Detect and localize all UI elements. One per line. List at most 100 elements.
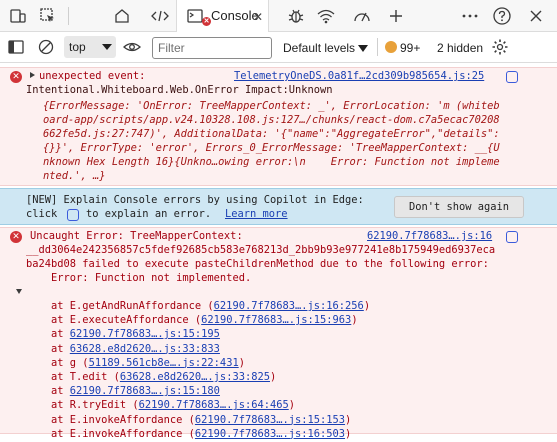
stack-frame: at 62190.7f78683….js:15:180 xyxy=(26,384,220,398)
stack-frame-close: ) xyxy=(238,356,245,369)
object-preview-line[interactable]: {}}', ErrorType: 'error', Errors_0_Error… xyxy=(43,141,500,155)
stack-frame-close: ) xyxy=(345,413,352,426)
device-emulation-icon[interactable] xyxy=(6,4,30,28)
error-count-badge: ✕ xyxy=(202,17,211,26)
filter-input[interactable] xyxy=(152,37,272,59)
error-message-line: ba24bd08 failed to execute pasteChildren… xyxy=(26,258,489,270)
inspect-icon[interactable] xyxy=(36,4,60,28)
sidebar-toggle-icon[interactable] xyxy=(4,35,28,59)
expand-message-toggle[interactable]: unexpected event: xyxy=(30,69,145,83)
stack-frame-function: at xyxy=(26,385,70,398)
help-icon[interactable] xyxy=(490,4,514,28)
stack-frame-function: at R.tryEdit ( xyxy=(26,399,139,412)
levels-chevron-down-icon[interactable] xyxy=(358,45,368,52)
message-line: Intentional.Whiteboard.Web.OnError Impac… xyxy=(26,84,333,96)
collapse-triangle-icon[interactable] xyxy=(16,289,22,294)
stack-frame-source-link[interactable]: 62190.7f78683….js:15:180 xyxy=(70,385,220,397)
devtools-tab-bar: ✕ Console ✕ xyxy=(0,0,557,33)
object-preview-line[interactable]: {ErrorMessage: 'OnError: TreeMapperConte… xyxy=(43,99,500,113)
log-levels-dropdown[interactable]: Default levels xyxy=(283,41,355,55)
message-header: unexpected event: xyxy=(39,70,146,82)
copilot-info-bar: [NEW] Explain Console errors by using Co… xyxy=(0,188,557,225)
elements-icon[interactable] xyxy=(148,4,172,28)
learn-more-link[interactable]: Learn more xyxy=(225,207,288,221)
stack-frame-source-link[interactable]: 62190.7f78683….js:16:256 xyxy=(214,300,364,312)
close-devtools-icon[interactable] xyxy=(524,4,548,28)
object-preview-line[interactable]: nknown Hex Length 16}{Unkno…owing error:… xyxy=(43,155,500,169)
more-options-icon[interactable] xyxy=(458,4,482,28)
stack-frame: at 63628.e8d2620….js:33:833 xyxy=(26,342,220,356)
error-message-line: __dd3064e242356857c5fdef92685cb583e76821… xyxy=(26,244,496,256)
stack-frame-source-link[interactable]: 62190.7f78683….js:15:153 xyxy=(195,414,345,426)
chevron-down-icon xyxy=(102,44,112,50)
stack-frame-source-link[interactable]: 62190.7f78683….js:15:963 xyxy=(201,314,351,326)
copilot-icon xyxy=(67,209,79,221)
issues-icon[interactable] xyxy=(385,41,397,53)
tab-console-label: Console xyxy=(211,8,259,23)
copilot-explain-icon[interactable] xyxy=(506,231,518,243)
stack-frame-function: at E.executeAffordance ( xyxy=(26,314,202,327)
error-icon: ✕ xyxy=(10,71,22,83)
context-selector-value: top xyxy=(69,40,86,54)
stack-frame: at 62190.7f78683….js:15:195 xyxy=(26,327,220,341)
toolbar-separator xyxy=(377,38,378,56)
network-icon[interactable] xyxy=(314,4,338,28)
stack-frame-source-link[interactable]: 63628.e8d2620….js:33:825 xyxy=(120,371,270,383)
stack-frame-close: ) xyxy=(288,399,296,412)
dont-show-again-button[interactable]: Don't show again xyxy=(394,196,524,218)
stack-frame: at R.tryEdit (62190.7f78683….js:64:465) xyxy=(26,398,295,412)
stack-frame-source-link[interactable]: 62190.7f78683….js:64:465 xyxy=(139,399,289,411)
welcome-icon[interactable] xyxy=(110,4,134,28)
issues-count[interactable]: 99+ xyxy=(400,41,420,55)
context-selector[interactable]: top xyxy=(64,36,116,58)
stack-frame-function: at E.getAndRunAffordance ( xyxy=(26,300,214,312)
copilot-info-explain-text: to explain an error. xyxy=(86,208,212,220)
stack-frame-function: at xyxy=(26,328,70,341)
stack-frame-function: at g ( xyxy=(26,356,89,369)
message-source-link[interactable]: TelemetryOneDS.0a81f…2cd309b985654.js:25 xyxy=(234,69,484,83)
stack-frame-source-link[interactable]: 63628.e8d2620….js:33:833 xyxy=(70,343,220,355)
object-preview-line[interactable]: 662fe5d.js:27:747)', AdditionalData: '{"… xyxy=(43,127,500,141)
stack-frame: at E.executeAffordance (62190.7f78683….j… xyxy=(26,313,358,327)
toolbar-separator xyxy=(68,7,69,25)
object-preview-line[interactable]: nted.', …} xyxy=(43,169,106,183)
error-icon: ✕ xyxy=(10,231,22,243)
expand-triangle-icon[interactable] xyxy=(30,72,35,78)
stack-frame: at T.edit (63628.e8d2620….js:33:825) xyxy=(26,370,276,384)
tab-console[interactable]: ✕ Console ✕ xyxy=(176,0,269,33)
stack-frame-close: ) xyxy=(269,371,277,383)
debug-icon[interactable] xyxy=(284,4,308,28)
stack-frame: at g (51189.561cb8e….js:22:431) xyxy=(26,356,245,370)
stack-frame-function: at T.edit ( xyxy=(26,371,120,383)
stack-frame-close: ) xyxy=(363,300,371,312)
hidden-messages-count: 2 hidden xyxy=(437,41,484,55)
error-header-text: Uncaught Error: TreeMapperContext: xyxy=(30,230,243,242)
console-toolbar: top Default levels 99+ 2 hidden xyxy=(0,32,557,63)
stack-frame-function: at E.invokeAffordance ( xyxy=(26,427,195,440)
copilot-info-click-text: click xyxy=(26,208,58,220)
console-error-message[interactable]: ✕ unexpected event: Uncaught Error: Tree… xyxy=(0,227,557,440)
stack-frame-close: ) xyxy=(345,427,352,440)
clear-console-icon[interactable] xyxy=(34,35,58,59)
stack-frame-source-link[interactable]: 62190.7f78683….js:15:195 xyxy=(70,328,220,340)
message-source-link[interactable]: 62190.7f78683….js:16 xyxy=(367,229,492,243)
stack-frame: at E.getAndRunAffordance (62190.7f78683…… xyxy=(26,299,370,313)
stack-frame-function: at E.invokeAffordance ( xyxy=(26,413,195,426)
live-expression-eye-icon[interactable] xyxy=(120,35,144,59)
stack-frame-source-link[interactable]: 51189.561cb8e….js:22:431 xyxy=(89,357,239,369)
copilot-info-text: [NEW] Explain Console errors by using Co… xyxy=(26,194,364,206)
stack-frame-function: at xyxy=(26,342,70,355)
console-error-message[interactable]: ✕ unexpected event: TelemetryOneDS.0a81f… xyxy=(0,67,557,186)
error-message-line: Error: Function not implemented. xyxy=(26,272,252,284)
stack-frame-close: ) xyxy=(351,314,358,327)
close-tab-icon[interactable]: ✕ xyxy=(253,10,263,24)
copilot-explain-icon[interactable] xyxy=(506,71,518,83)
object-preview-line[interactable]: oard-app/scripts/app.v24.10328.108.js:12… xyxy=(43,113,500,127)
stack-line-0 xyxy=(16,285,26,299)
console-settings-gear-icon[interactable] xyxy=(488,35,512,59)
stack-frame: at E.invokeAffordance (62190.7f78683….js… xyxy=(26,427,351,441)
stack-frame-source-link[interactable]: 62190.7f78683….js:16:503 xyxy=(195,428,345,440)
performance-icon[interactable] xyxy=(350,4,374,28)
more-tools-icon[interactable] xyxy=(384,4,408,28)
stack-frame: at E.invokeAffordance (62190.7f78683….js… xyxy=(26,413,351,427)
